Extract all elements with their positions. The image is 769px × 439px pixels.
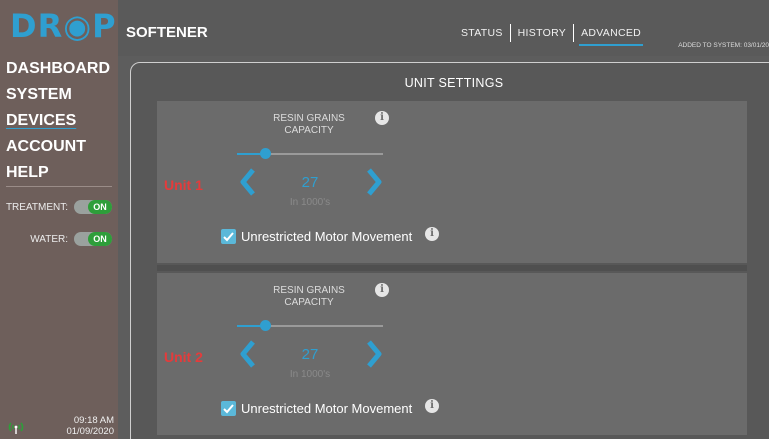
nav-item-devices[interactable]: DEVICES	[6, 108, 110, 134]
info-icon[interactable]: i	[375, 283, 389, 297]
slider-knob[interactable]	[259, 320, 271, 331]
info-icon[interactable]: i	[375, 111, 389, 125]
info-icon[interactable]: i	[425, 227, 439, 241]
chevron-left-icon[interactable]	[237, 167, 259, 197]
resin-label-line2: CAPACITY	[284, 125, 334, 136]
water-label: WATER:	[30, 233, 68, 245]
treatment-label: TREATMENT:	[5, 201, 68, 213]
unrestricted-motor-checkbox[interactable]	[221, 229, 236, 244]
treatment-toggle-state: ON	[88, 200, 112, 214]
tab-advanced[interactable]: ADVANCED	[574, 27, 648, 46]
date-text: 01/09/2020	[66, 426, 114, 437]
resin-capacity-label: RESIN GRAINS CAPACITY	[253, 113, 365, 137]
time-text: 09:18 AM	[73, 415, 114, 426]
treatment-toggle-row: TREATMENT: ON	[6, 200, 112, 214]
drop-logo: DR◉P	[10, 7, 117, 45]
chevron-right-icon[interactable]	[363, 167, 385, 197]
unit-card-2: RESIN GRAINS CAPACITY i Unit 2 27 In 100…	[157, 273, 747, 435]
resin-capacity-slider[interactable]	[237, 148, 383, 159]
sidebar-divider	[6, 186, 112, 187]
resin-label-line1: RESIN GRAINS	[273, 285, 345, 296]
tab-history[interactable]: HISTORY	[511, 27, 573, 39]
unrestricted-motor-label: Unrestricted Motor Movement	[241, 229, 413, 244]
unit-label: Unit 1	[164, 177, 203, 193]
clock: 09:18 AM 01/09/2020	[66, 415, 114, 437]
added-to-system-text: ADDED TO SYSTEM: 03/01/20	[678, 42, 769, 49]
status-bar: 09:18 AM 01/09/2020	[0, 415, 118, 439]
page-title: SOFTENER	[126, 24, 208, 41]
unit-card-1: RESIN GRAINS CAPACITY i Unit 1 27 In 100…	[157, 101, 747, 263]
panel-title: UNIT SETTINGS	[404, 76, 504, 90]
unrestricted-motor-checkbox[interactable]	[221, 401, 236, 416]
resin-label-line1: RESIN GRAINS	[273, 113, 345, 124]
resin-capacity-label: RESIN GRAINS CAPACITY	[253, 285, 365, 309]
value-unit-text: In 1000's	[289, 369, 331, 380]
nav-item-account[interactable]: ACCOUNT	[6, 134, 110, 160]
water-toggle[interactable]: ON	[74, 232, 112, 246]
check-icon	[223, 404, 234, 414]
unit-settings-panel: UNIT SETTINGS RESIN GRAINS CAPACITY i Un…	[130, 62, 769, 439]
tab-status[interactable]: STATUS	[454, 27, 510, 39]
resin-label-line2: CAPACITY	[284, 297, 334, 308]
unit-label: Unit 2	[164, 349, 203, 365]
resin-capacity-value: 27	[301, 174, 319, 191]
value-unit-text: In 1000's	[289, 197, 331, 208]
main-nav: DASHBOARD SYSTEM DEVICES ACCOUNT HELP	[6, 56, 110, 186]
water-toggle-state: ON	[88, 232, 112, 246]
unrestricted-motor-label: Unrestricted Motor Movement	[241, 401, 413, 416]
resin-capacity-slider[interactable]	[237, 320, 383, 331]
nav-item-help[interactable]: HELP	[6, 160, 110, 186]
header: SOFTENER STATUS HISTORY ADVANCED ADDED T…	[118, 0, 769, 56]
info-icon[interactable]: i	[425, 399, 439, 413]
check-icon	[223, 232, 234, 242]
resin-capacity-value: 27	[301, 346, 319, 363]
tab-bar: STATUS HISTORY ADVANCED	[454, 24, 648, 46]
chevron-left-icon[interactable]	[237, 339, 259, 369]
sidebar: DR◉P DASHBOARD SYSTEM DEVICES ACCOUNT HE…	[0, 0, 118, 439]
chevron-right-icon[interactable]	[363, 339, 385, 369]
signal-icon	[8, 422, 24, 434]
nav-item-dashboard[interactable]: DASHBOARD	[6, 56, 110, 82]
unit-divider	[157, 265, 747, 271]
nav-item-system[interactable]: SYSTEM	[6, 82, 110, 108]
slider-knob[interactable]	[259, 148, 271, 159]
treatment-toggle[interactable]: ON	[74, 200, 112, 214]
water-toggle-row: WATER: ON	[30, 232, 112, 246]
